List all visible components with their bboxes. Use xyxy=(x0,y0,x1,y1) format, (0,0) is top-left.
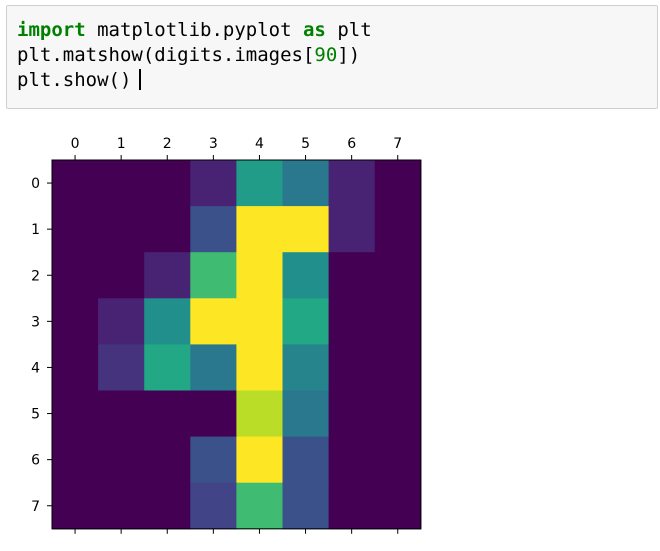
heatmap-cell-r0-c2 xyxy=(144,160,191,207)
y-tick-label-3: 3 xyxy=(31,314,40,330)
heatmap-cell-r7-c7 xyxy=(374,482,422,530)
module-alias: plt xyxy=(325,19,372,41)
y-tick-label-1: 1 xyxy=(31,222,40,238)
heatmap-cell-r1-c1 xyxy=(98,206,145,253)
heatmap-cell-r5-c0 xyxy=(52,390,99,438)
heatmap-cell-r2-c4 xyxy=(236,252,284,299)
heatmap-cell-r2-c2 xyxy=(144,252,191,299)
heatmap-cell-r0-c3 xyxy=(190,160,237,207)
code-line-2: plt.matshow(digits.images[90]) xyxy=(17,44,360,66)
code-line-2-after: ]) xyxy=(337,44,361,66)
heatmap-cell-r2-c7 xyxy=(374,252,422,299)
heatmap-cell-r5-c1 xyxy=(98,390,145,438)
heatmap-cell-r4-c7 xyxy=(374,344,422,392)
heatmap-cell-r3-c6 xyxy=(328,298,376,345)
y-tick-label-2: 2 xyxy=(31,268,40,284)
heatmap-cell-r3-c2 xyxy=(144,298,191,345)
heatmap-cell-r6-c6 xyxy=(328,436,376,484)
heatmap-cell-r6-c5 xyxy=(282,436,330,484)
heatmap-cell-r4-c6 xyxy=(328,344,376,392)
heatmap-cell-r7-c3 xyxy=(190,482,237,530)
code-line-3-text: plt.show() xyxy=(17,69,132,91)
y-tick-label-7: 7 xyxy=(31,499,40,515)
heatmap-cell-r7-c0 xyxy=(52,482,99,530)
x-tick-label-6: 6 xyxy=(347,136,356,152)
heatmap-cell-r1-c0 xyxy=(52,206,99,253)
heatmap-cell-r2-c5 xyxy=(282,252,330,299)
heatmap-cell-r5-c7 xyxy=(374,390,422,438)
y-tick-label-5: 5 xyxy=(31,407,40,423)
code-editor[interactable]: import matplotlib.pyplot as plt plt.mats… xyxy=(17,18,372,93)
heatmap-cell-r0-c1 xyxy=(98,160,145,207)
heatmap-cell-r2-c3 xyxy=(190,252,237,299)
code-cell-input[interactable]: import matplotlib.pyplot as plt plt.mats… xyxy=(6,5,658,109)
heatmap-cell-r5-c2 xyxy=(144,390,191,438)
heatmap-cell-r1-c6 xyxy=(328,206,376,253)
code-line-3: plt.show() xyxy=(17,69,142,91)
heatmap-cell-r2-c0 xyxy=(52,252,99,299)
heatmap-cell-r6-c0 xyxy=(52,436,99,484)
heatmap-cell-r7-c5 xyxy=(282,482,330,530)
heatmap-cell-r6-c7 xyxy=(374,436,422,484)
heatmap-cell-r6-c4 xyxy=(236,436,284,484)
x-tick-label-2: 2 xyxy=(163,136,172,152)
heatmap-cell-r4-c0 xyxy=(52,344,99,392)
x-tick-label-1: 1 xyxy=(117,136,126,152)
heatmap-cell-r4-c2 xyxy=(144,344,191,392)
y-tick-label-0: 0 xyxy=(31,176,40,192)
heatmap-cell-r7-c1 xyxy=(98,482,145,530)
heatmap-cell-r3-c1 xyxy=(98,298,145,345)
x-tick-label-7: 7 xyxy=(393,136,402,152)
x-tick-label-5: 5 xyxy=(301,136,310,152)
heatmap-cell-r2-c1 xyxy=(98,252,145,299)
heatmap-cell-r3-c7 xyxy=(374,298,422,345)
heatmap-cell-r4-c1 xyxy=(98,344,145,392)
heatmap-cell-r4-c5 xyxy=(282,344,330,392)
number-literal: 90 xyxy=(314,44,338,66)
heatmap-cell-r0-c4 xyxy=(236,160,284,207)
heatmap-cell-r6-c2 xyxy=(144,436,191,484)
heatmap-cell-r3-c5 xyxy=(282,298,330,345)
heatmap-cell-r3-c4 xyxy=(236,298,284,345)
heatmap-cell-r1-c5 xyxy=(282,206,330,253)
code-line-2-before: plt.matshow(digits.images[ xyxy=(17,44,315,66)
heatmap-cell-r4-c3 xyxy=(190,344,237,392)
keyword-import: import xyxy=(17,19,86,41)
heatmap-cell-r3-c3 xyxy=(190,298,237,345)
heatmap-cell-r0-c5 xyxy=(282,160,330,207)
code-line-1: import matplotlib.pyplot as plt xyxy=(17,19,372,41)
y-tick-label-4: 4 xyxy=(31,360,40,376)
heatmap-cell-r0-c7 xyxy=(374,160,422,207)
heatmap-cell-r1-c3 xyxy=(190,206,237,253)
heatmap-cell-r7-c6 xyxy=(328,482,376,530)
y-tick-label-6: 6 xyxy=(31,453,40,469)
heatmap-cell-r5-c5 xyxy=(282,390,330,438)
heatmap-cell-r0-c6 xyxy=(328,160,376,207)
keyword-as: as xyxy=(302,19,326,41)
heatmap-cell-r1-c7 xyxy=(374,206,422,253)
heatmap-cell-r3-c0 xyxy=(52,298,99,345)
heatmap-cell-r4-c4 xyxy=(236,344,284,392)
heatmap-cell-r5-c4 xyxy=(236,390,284,438)
heatmap-cell-r2-c6 xyxy=(328,252,376,299)
heatmap-cell-r1-c2 xyxy=(144,206,191,253)
x-tick-label-3: 3 xyxy=(209,136,218,152)
x-tick-label-4: 4 xyxy=(255,136,264,152)
matshow-plot: 0 1 2 3 4 5 6 7 0 1 2 3 4 5 6 7 xyxy=(31,136,422,534)
text-cursor xyxy=(139,69,142,90)
x-tick-label-0: 0 xyxy=(71,136,80,152)
heatmap-cell-r7-c4 xyxy=(236,482,284,530)
heatmap-cell-r1-c4 xyxy=(236,206,284,253)
output-area: 0 1 2 3 4 5 6 7 0 1 2 3 4 5 6 7 xyxy=(0,118,460,548)
heatmap-cell-r6-c1 xyxy=(98,436,145,484)
heatmap-cell-r6-c3 xyxy=(190,436,237,484)
heatmap-cell-r5-c3 xyxy=(190,390,237,438)
module-name: matplotlib.pyplot xyxy=(85,19,303,41)
heatmap-cell-r0-c0 xyxy=(52,160,99,207)
heatmap-cell-r5-c6 xyxy=(328,390,376,438)
heatmap-cell-r7-c2 xyxy=(144,482,191,530)
